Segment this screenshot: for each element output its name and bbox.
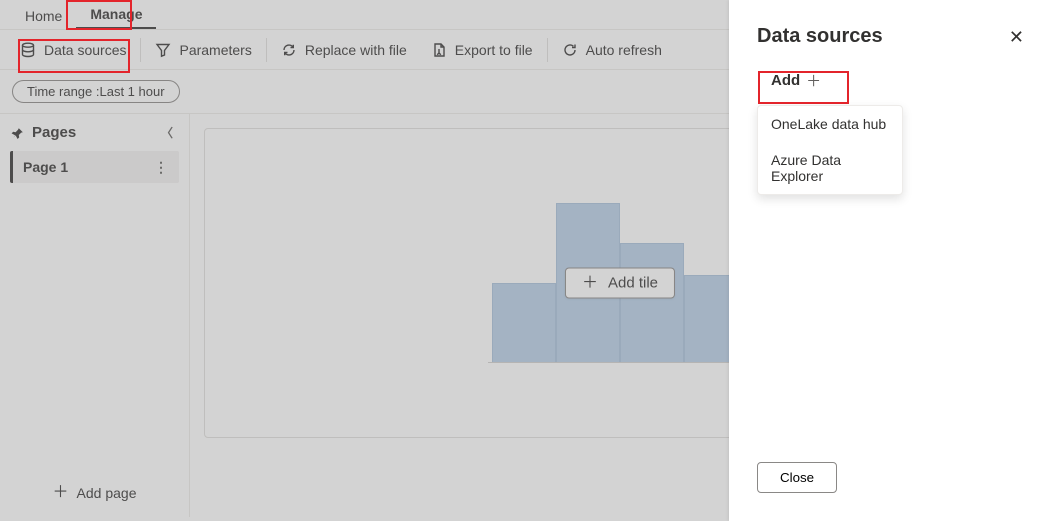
close-icon[interactable]: ✕ [1009, 28, 1024, 46]
close-panel-button[interactable]: Close [757, 462, 837, 493]
add-data-source-button[interactable]: Add ＋ [757, 64, 835, 97]
panel-title: Data sources [757, 25, 883, 48]
plus-icon: ＋ [806, 70, 821, 91]
menu-item-adx[interactable]: Azure Data Explorer [758, 142, 902, 194]
menu-item-onelake[interactable]: OneLake data hub [758, 106, 902, 142]
modal-scrim [0, 0, 729, 521]
add-label: Add [771, 72, 800, 89]
add-data-source-menu: OneLake data hub Azure Data Explorer [757, 105, 903, 195]
data-sources-panel: Data sources ✕ Add ＋ OneLake data hub Az… [729, 0, 1050, 521]
